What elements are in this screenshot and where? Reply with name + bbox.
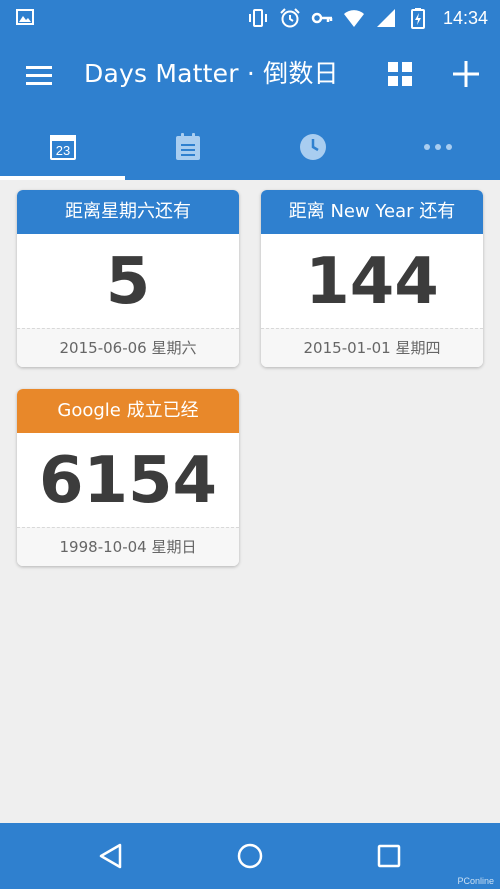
countdown-card-new-year[interactable]: 距离 New Year 还有 144 2015-01-01 星期四 [261,190,483,367]
more-tab[interactable] [375,114,500,180]
wifi-icon [343,10,364,27]
status-bar: 14:34 [0,0,500,36]
system-nav-bar: PConline [0,823,500,889]
card-target-date: 2015-06-06 星期六 [17,328,239,367]
card-title: Google 成立已经 [17,389,239,433]
history-tab[interactable] [250,114,375,180]
app-bar: Days Matter · 倒数日 [0,36,500,114]
card-days-number: 144 [305,245,439,319]
calendar-tab[interactable]: 23 [0,114,125,180]
clock-icon [299,134,326,160]
tab-selected-indicator [0,176,125,180]
calendar-icon: 23 [49,135,76,160]
card-target-date: 2015-01-01 星期四 [261,328,483,367]
grid-view-icon[interactable] [386,60,414,88]
more-icon [423,144,452,150]
vibrate-icon [248,9,267,27]
back-icon[interactable] [96,841,126,871]
card-target-date: 1998-10-04 星期日 [17,527,239,566]
countdown-card-saturday[interactable]: 距离星期六还有 5 2015-06-06 星期六 [17,190,239,367]
add-icon[interactable] [450,58,482,90]
alarm-icon [280,8,300,28]
recents-icon[interactable] [374,841,404,871]
notes-tab[interactable] [125,114,250,180]
key-icon [311,12,333,24]
calendar-badge-number: 23 [55,143,69,158]
card-title: 距离星期六还有 [17,190,239,234]
card-days-number: 5 [105,245,151,319]
notepad-icon [175,133,200,160]
home-icon[interactable] [235,841,265,871]
app-title: Days Matter · 倒数日 [84,59,339,88]
card-days-number: 6154 [38,444,218,518]
battery-icon [410,8,425,29]
status-time: 14:34 [442,7,488,28]
tab-bar: 23 [0,114,500,180]
countup-card-google[interactable]: Google 成立已经 6154 1998-10-04 星期日 [17,389,239,566]
menu-icon[interactable] [24,63,54,87]
card-title: 距离 New Year 还有 [261,190,483,234]
image-icon [16,9,34,25]
watermark: PConline [457,876,494,886]
signal-icon [376,9,395,27]
